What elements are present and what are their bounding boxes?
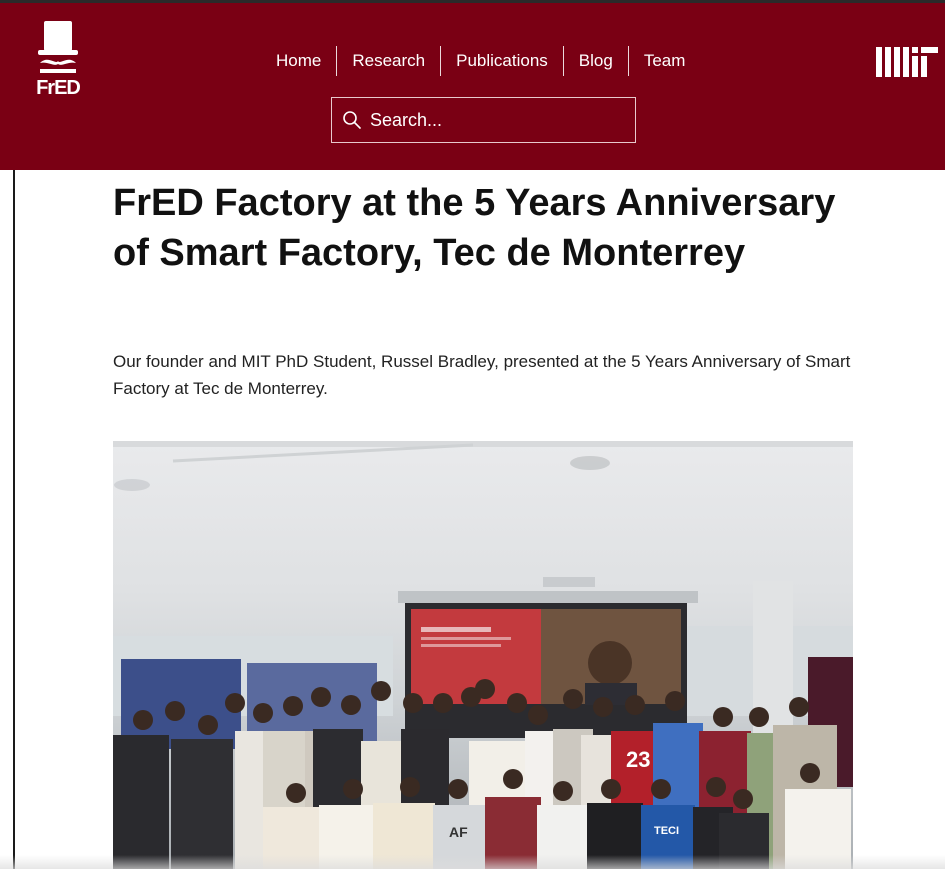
logo-text: FrED bbox=[36, 77, 81, 99]
nav-divider bbox=[562, 46, 564, 76]
nav-research[interactable]: Research bbox=[337, 46, 440, 76]
search-box[interactable] bbox=[331, 97, 636, 143]
nav-team[interactable]: Team bbox=[629, 46, 701, 76]
nav-divider bbox=[336, 46, 338, 76]
shirt-text-2: AF bbox=[449, 824, 468, 840]
nav-home[interactable]: Home bbox=[261, 46, 336, 76]
shirt-text: TECI bbox=[654, 825, 679, 837]
search-icon bbox=[343, 111, 361, 129]
post-description: Our founder and MIT PhD Student, Russel … bbox=[113, 352, 851, 398]
left-border bbox=[13, 170, 15, 869]
search-input[interactable] bbox=[370, 109, 620, 131]
post-title: FrED Factory at the 5 Years Anniversary … bbox=[113, 182, 836, 274]
nav-divider bbox=[627, 46, 629, 76]
bottom-fade bbox=[0, 855, 945, 869]
nav-publications[interactable]: Publications bbox=[441, 46, 563, 76]
jersey-number: 23 bbox=[626, 747, 650, 772]
nav-divider bbox=[440, 46, 442, 76]
site-header: FrED Home Research Publications Blog Tea… bbox=[0, 3, 945, 170]
mit-logo[interactable] bbox=[876, 44, 938, 80]
top-hat-icon bbox=[38, 21, 78, 73]
group-photo-illustration: 23 TECI AF bbox=[113, 441, 853, 869]
event-group-photo[interactable]: 23 TECI AF bbox=[113, 441, 853, 869]
nav-blog[interactable]: Blog bbox=[564, 46, 628, 76]
main-nav: Home Research Publications Blog Team bbox=[261, 46, 700, 76]
fred-logo[interactable]: FrED bbox=[34, 19, 82, 101]
